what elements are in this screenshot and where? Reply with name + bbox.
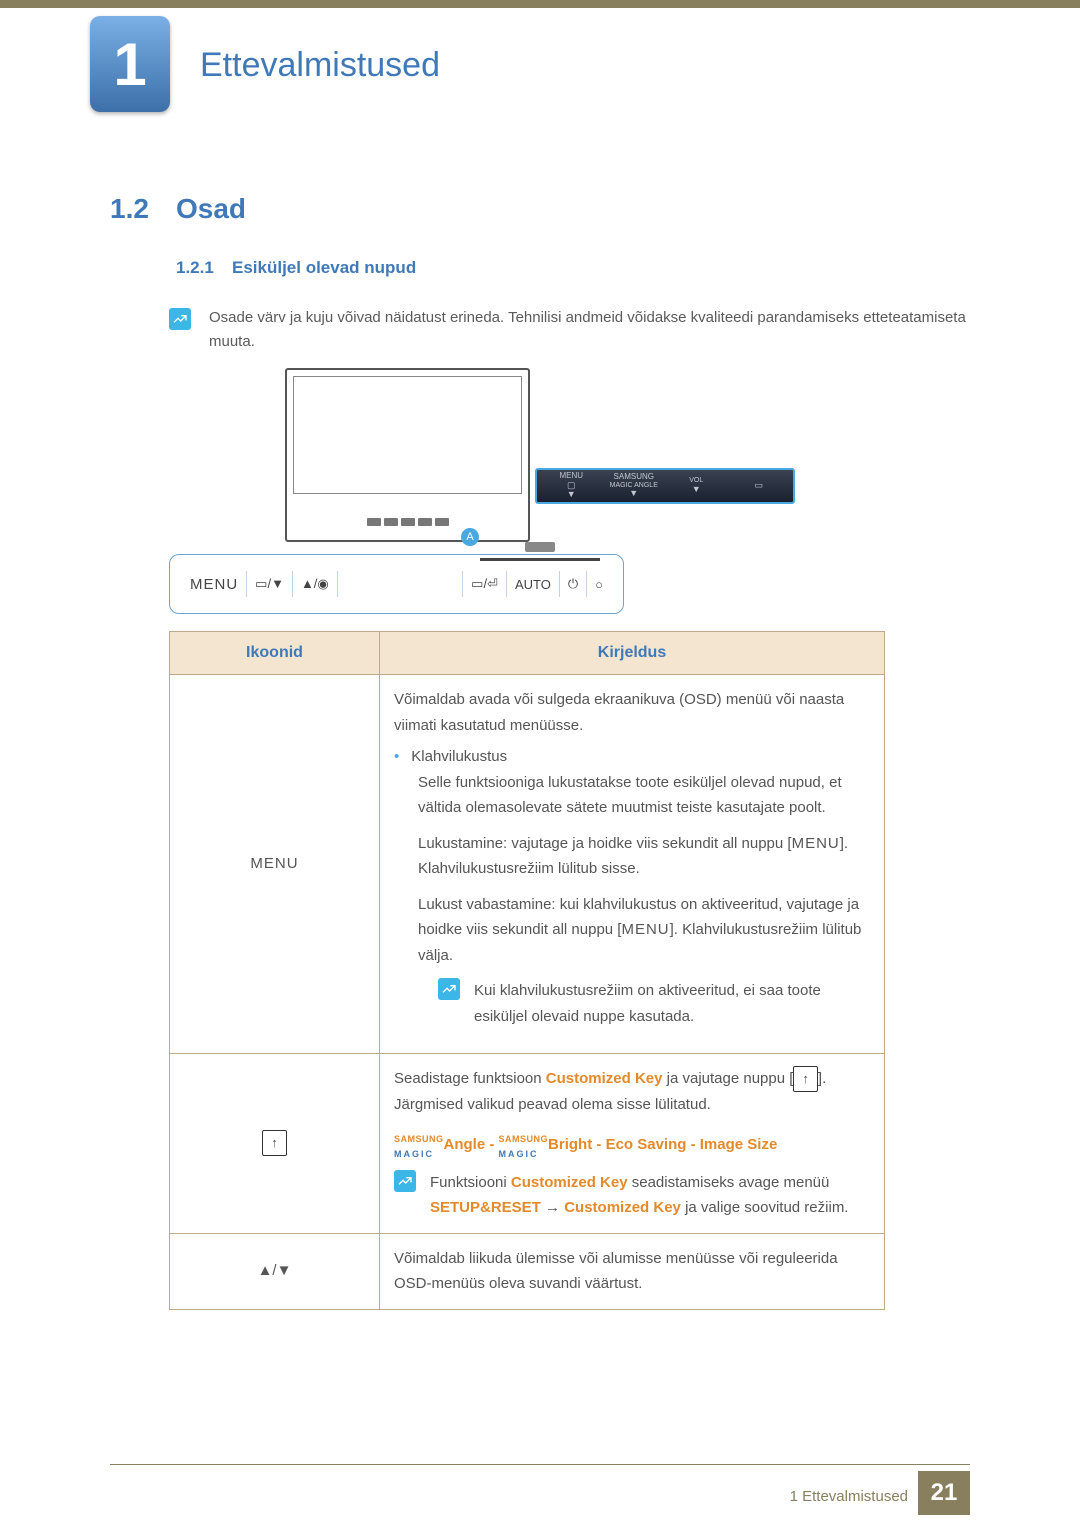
intro-text: Osade värv ja kuju võivad näidatust erin… (209, 306, 970, 354)
icons-table: Ikoonid Kirjeldus MENU Võimaldab avada v… (169, 631, 885, 1310)
callout-a: A (461, 528, 479, 546)
row3-desc: Võimaldab liikuda ülemisse või alumisse … (380, 1233, 885, 1309)
monitor-outline (285, 368, 530, 542)
note-icon (394, 1170, 416, 1192)
footer-rule (110, 1464, 970, 1465)
row3-icon: ▲/▼ (170, 1233, 380, 1309)
section-title: Osad (176, 193, 246, 225)
section-number: 1.2 (110, 193, 149, 225)
row1-desc: Võimaldab avada või sulgeda ekraanikuva … (380, 675, 885, 1054)
strip-menu: MENU (184, 576, 244, 593)
strip-key-down: ▭/▼ (249, 576, 290, 592)
table-row: ↑ Seadistage funktsioon Customized Key j… (170, 1054, 885, 1234)
zoom-panel: MENU▢▼ SAMSUNGMAGIC ANGLE▼ VOL▼ ▭ (535, 468, 795, 504)
note-icon (169, 308, 191, 330)
top-bar (0, 0, 1080, 8)
chapter-number-tab: 1 (90, 16, 170, 112)
footer-page-number: 21 (918, 1471, 970, 1515)
th-desc: Kirjeldus (380, 632, 885, 675)
strip-power: ⏻ (562, 576, 584, 592)
footer-chapter: 1 Ettevalmistused (790, 1488, 908, 1505)
subsection-number: 1.2.1 (176, 258, 214, 278)
note-icon (438, 978, 460, 1000)
row2-icon: ↑ (170, 1054, 380, 1234)
subsection-title: Esiküljel olevad nupud (232, 258, 416, 278)
row2-desc: Seadistage funktsioon Customized Key ja … (380, 1054, 885, 1234)
strip-source: ▭/⏎ (465, 576, 504, 592)
button-strip: MENU ▭/▼ ▲/◉ ▭/⏎ AUTO ⏻ ○ (169, 554, 624, 614)
th-icons: Ikoonid (170, 632, 380, 675)
strip-led: ○ (589, 577, 609, 592)
monitor-figure: A MENU▢▼ SAMSUNGMAGIC ANGLE▼ VOL▼ ▭ (0, 368, 1080, 561)
strip-auto: AUTO (509, 577, 557, 592)
table-row: ▲/▼ Võimaldab liikuda ülemisse või alumi… (170, 1233, 885, 1309)
row1-icon: MENU (170, 675, 380, 1054)
table-row: MENU Võimaldab avada või sulgeda ekraani… (170, 675, 885, 1054)
intro-note: Osade värv ja kuju võivad näidatust erin… (169, 306, 970, 354)
strip-up-enter: ▲/◉ (295, 576, 335, 592)
chapter-title: Ettevalmistused (200, 46, 440, 85)
